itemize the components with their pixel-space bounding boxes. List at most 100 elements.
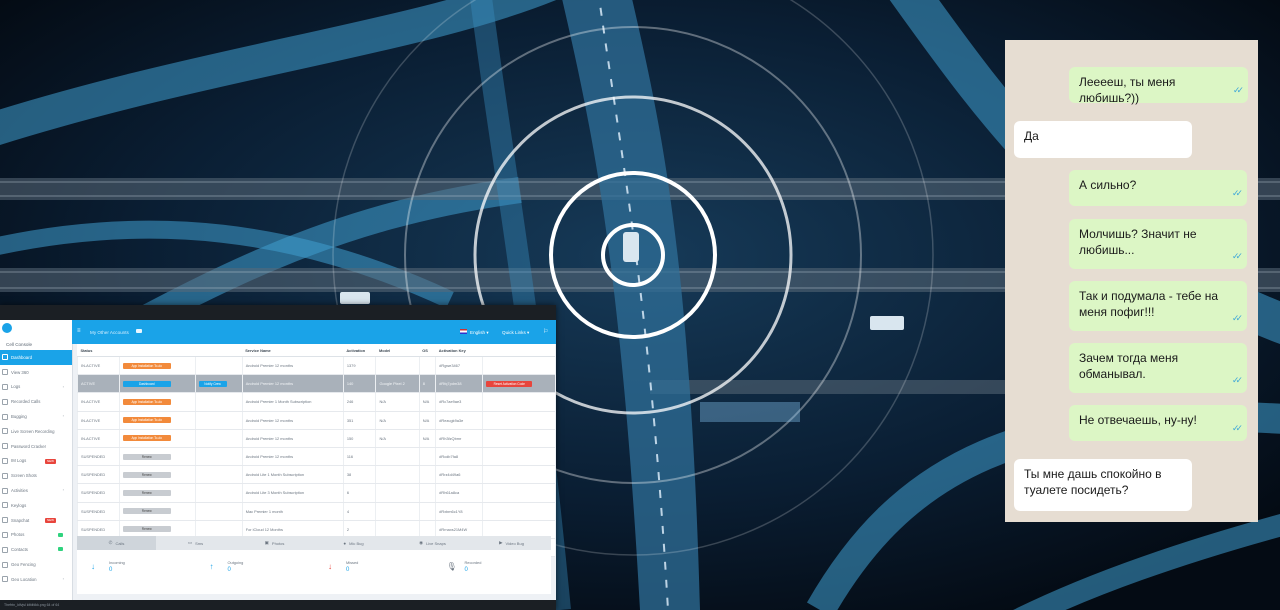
status-cell: SUSPENDED <box>77 483 120 503</box>
activation-key-cell: #Rezugk9a3e <box>435 411 483 430</box>
tab-label: Sms <box>195 540 204 546</box>
os-cell <box>418 465 436 485</box>
renew-button[interactable]: Renew <box>122 453 171 460</box>
sidebar-item-label: Photos <box>11 532 25 538</box>
sidebar-item-dashboard[interactable]: Dashboard <box>0 350 72 365</box>
table-row[interactable]: IN-ACTIVE App Installation To-do Android P… <box>77 392 555 412</box>
dashboard-button[interactable]: Dashboard <box>122 380 171 387</box>
action-cell: Renew <box>118 447 196 467</box>
reset-cell <box>482 465 555 485</box>
sidebar-item-label: IM Logs <box>11 458 27 464</box>
bell-icon[interactable]: ⚐ <box>543 328 548 335</box>
model-cell <box>375 465 420 485</box>
incoming-arrow-icon: ↓ <box>91 562 95 571</box>
sidebar-item-geo-fencing[interactable]: Geo Fencing <box>0 557 72 572</box>
new-badge: NEW <box>45 458 56 464</box>
status-cell: SUSPENDED <box>77 447 120 467</box>
sidebar-item-label: Dashboard <box>11 354 33 360</box>
renew-button[interactable]: Renew <box>122 489 171 496</box>
stat-missed: ↓ Missed 0 <box>314 550 433 594</box>
table-row[interactable]: IN-ACTIVE App Installation To-do Android P… <box>77 429 555 448</box>
table-row[interactable]: SUSPENDED Renew Android Lite 3 Month Subsc… <box>77 483 555 503</box>
sidebar-item-photos[interactable]: Photos <box>0 528 72 543</box>
tab-live-snaps[interactable]: ◉ Live Snaps <box>393 536 472 550</box>
sidebar-item-view-360[interactable]: View 360 <box>0 365 72 380</box>
model-cell <box>375 483 420 503</box>
secondary-action-cell <box>194 356 243 376</box>
sidebar-menu: Dashboard View 360 Logs › Recorded Calls Bugg… <box>0 350 72 587</box>
sidebar-item-recorded-calls[interactable]: Recorded Calls <box>0 394 72 409</box>
reset-cell <box>482 392 555 412</box>
table-row[interactable]: ACTIVE Dashboard Notify Crew Android Premie… <box>77 374 555 394</box>
secondary-action-cell <box>194 465 243 485</box>
top-bar: ≡ My Other Accounts English ▾ Quick Link… <box>72 320 556 344</box>
renew-button[interactable]: Renew <box>122 471 171 478</box>
sidebar-item-contacts[interactable]: Contacts <box>0 542 72 557</box>
renew-button[interactable]: Renew <box>122 526 171 533</box>
sidebar-item-im-logs[interactable]: IM Logs NEW <box>0 454 72 469</box>
table-row[interactable]: IN-ACTIVE App Installation To-do Android P… <box>77 356 555 376</box>
table-row[interactable]: SUSPENDED Renew Android Lite 1 Month Subsc… <box>77 465 555 485</box>
stat-value: 0 <box>227 567 231 573</box>
sidebar-item-geo-location[interactable]: Geo Location › <box>0 572 72 587</box>
reset-activation-code-button[interactable]: Reset Activation Code <box>486 380 533 387</box>
read-ticks-icon: ✓✓ <box>1231 312 1243 323</box>
column-header: OS <box>419 344 436 357</box>
os-cell: 8 <box>418 374 436 394</box>
sidebar-item-snapchat[interactable]: Snapchat NEW <box>0 513 72 528</box>
sidebar-item-keylogs[interactable]: Keylogs <box>0 498 72 513</box>
stat-value: 0 <box>464 567 468 573</box>
mic-icon: ● <box>343 540 347 546</box>
service-name-cell: Android Lite 1 Month Subscription <box>241 465 344 485</box>
app-installation-to-do-button[interactable]: App Installation To-do <box>122 417 171 424</box>
table-row[interactable]: SUSPENDED Renew Android Premier 12 months 1… <box>77 447 555 467</box>
sidebar-item-bugging[interactable]: Bugging › <box>0 409 72 424</box>
activation-key-cell: #Rh61a8ca <box>435 483 483 503</box>
app-installation-to-do-button[interactable]: App Installation To-do <box>122 398 171 405</box>
hamburger-menu-icon[interactable]: ≡ <box>77 328 81 334</box>
os-cell: N/A <box>418 429 436 448</box>
sidebar-item-screen-shots[interactable]: Screen Shots <box>0 468 72 483</box>
table-row[interactable]: SUSPENDED Renew Mac Premier 1 month 4 #Rxbm6… <box>77 502 555 521</box>
keylogs-icon <box>2 502 8 509</box>
account-switcher[interactable]: My Other Accounts <box>90 330 129 335</box>
sidebar-item-logs[interactable]: Logs › <box>0 380 72 395</box>
feature-tabs: ✆ Calls ▭ Sms ▣ Photos ● Mic Bug ◉ Live Snaps ▶ Vid… <box>77 536 551 550</box>
sidebar-item-label: Recorded Calls <box>11 399 41 405</box>
chevron-right-icon: › <box>62 383 64 389</box>
app-installation-to-do-button[interactable]: App Installation To-do <box>122 435 171 442</box>
model-cell <box>375 447 420 467</box>
phone-icon: ✆ <box>108 540 113 545</box>
tab-sms[interactable]: ▭ Sms <box>156 536 235 550</box>
tab-mic-bug[interactable]: ● Mic Bug <box>314 536 393 550</box>
chevron-right-icon: › <box>62 413 64 419</box>
window-top-frame <box>0 305 556 320</box>
sidebar-item-activities[interactable]: Activities › <box>0 483 72 498</box>
missed-arrow-icon: ↓ <box>328 562 332 571</box>
user-menu[interactable]: Quick Links ▾ <box>502 330 529 336</box>
activation-cell: 1379 <box>342 356 376 376</box>
language-selector[interactable]: English ▾ <box>460 330 489 336</box>
sidebar-item-label: Snapchat <box>11 517 30 523</box>
stat-label: Recorded <box>464 560 482 565</box>
notify-crew-button[interactable]: Notify Crew <box>198 380 227 387</box>
sidebar-item-label: Screen Shots <box>11 473 37 479</box>
table-row[interactable]: IN-ACTIVE App Installation To-do Android P… <box>77 411 555 430</box>
tab-video-bug[interactable]: ▶ Video Bug <box>472 536 551 550</box>
sidebar-brand[interactable]: Cell Console <box>0 320 72 350</box>
account-badge <box>136 329 142 333</box>
status-bar: Thefrtn_ldfvjsl ldfdfdkk.png 64 of 64 <box>0 600 556 610</box>
dashboard-icon <box>2 354 8 361</box>
sidebar-item-password-cracker[interactable]: Password Cracker <box>0 439 72 454</box>
outgoing-message-bubble: Так и подумала - тебе на меня пофиг!!! ✓✓ <box>1069 281 1247 331</box>
stat-value: 0 <box>346 567 350 573</box>
activities-icon <box>2 487 8 494</box>
tab-calls[interactable]: ✆ Calls <box>77 536 156 550</box>
renew-button[interactable]: Renew <box>122 508 171 515</box>
sidebar-item-live-screen-recording[interactable]: Live Screen Recording <box>0 424 72 439</box>
password-cracker-icon <box>2 443 8 450</box>
tab-photos[interactable]: ▣ Photos <box>235 536 314 550</box>
app-installation-to-do-button[interactable]: App Installation To-do <box>122 362 171 369</box>
os-cell: N/A <box>418 392 436 412</box>
action-cell: Renew <box>118 483 196 503</box>
